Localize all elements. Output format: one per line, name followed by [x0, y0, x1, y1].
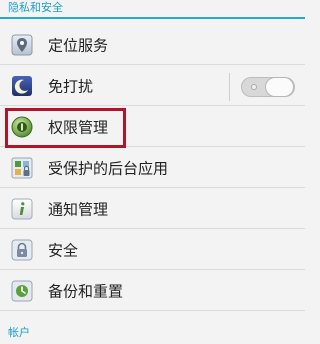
setting-label: 免打扰 — [48, 77, 94, 96]
row-divider — [0, 269, 305, 270]
info-icon — [10, 197, 34, 221]
row-divider — [0, 105, 305, 106]
setting-label: 受保护的后台应用 — [48, 159, 169, 178]
highlight-box — [5, 108, 126, 148]
setting-label: 安全 — [48, 241, 79, 260]
row-divider — [0, 310, 305, 311]
lock-icon — [10, 238, 34, 262]
setting-do-not-disturb[interactable]: 免打扰 — [0, 66, 305, 106]
setting-label: 备份和重置 — [48, 282, 124, 301]
setting-label: 定位服务 — [48, 36, 109, 55]
toggle-knob[interactable] — [266, 78, 293, 96]
row-divider — [0, 187, 305, 188]
setting-protected-apps[interactable]: 受保护的后台应用 — [0, 148, 305, 188]
setting-security[interactable]: 安全 — [0, 230, 305, 270]
setting-location-services[interactable]: 定位服务 — [0, 25, 305, 65]
location-pin-icon — [10, 33, 34, 57]
backup-icon — [10, 279, 34, 303]
row-divider — [0, 228, 305, 229]
row-divider — [0, 64, 305, 65]
section-title: 帐户 — [8, 326, 30, 339]
toggle-off-indicator — [251, 84, 257, 90]
moon-icon — [10, 74, 34, 98]
section-header-privacy: 隐私和安全 — [0, 0, 305, 19]
setting-notification-manager[interactable]: 通知管理 — [0, 189, 305, 229]
toggle-separator — [229, 73, 230, 101]
setting-label: 通知管理 — [48, 200, 109, 219]
do-not-disturb-toggle[interactable] — [241, 77, 295, 97]
protected-apps-icon — [10, 156, 34, 180]
section-title: 隐私和安全 — [8, 1, 63, 14]
setting-backup-reset[interactable]: 备份和重置 — [0, 271, 305, 311]
section-divider — [0, 17, 305, 19]
